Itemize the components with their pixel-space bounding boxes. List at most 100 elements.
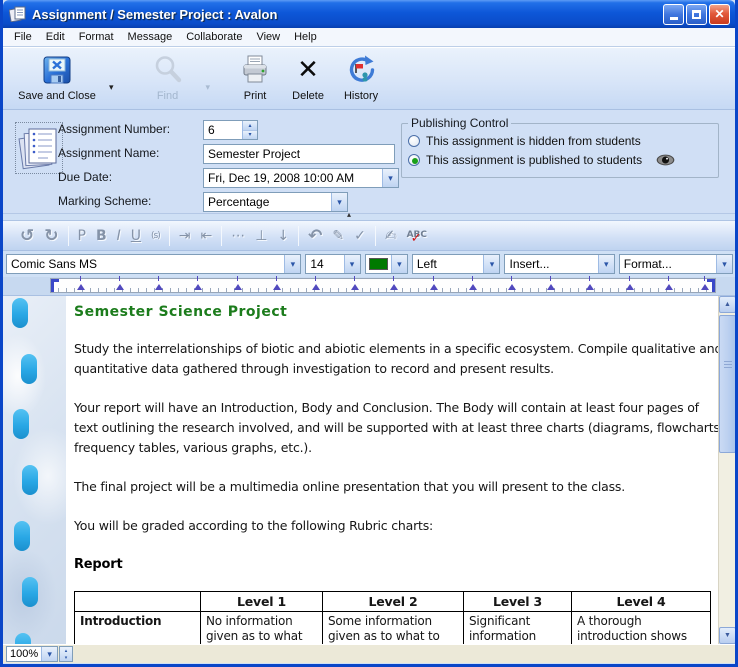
vertical-scrollbar[interactable]: ▲ ▼: [718, 296, 735, 644]
text-color-combo[interactable]: ▾: [365, 254, 408, 274]
scrollbar-thumb[interactable]: [719, 315, 735, 453]
move-down-icon[interactable]: ↓: [277, 228, 289, 244]
tab-stops-icon[interactable]: ⋯: [231, 228, 245, 244]
paragraph: Study the interrelationships of biotic a…: [74, 339, 724, 379]
italic-icon[interactable]: I: [117, 228, 121, 244]
indent-decrease-icon[interactable]: ⇤: [200, 228, 212, 244]
menu-collaborate[interactable]: Collaborate: [179, 29, 249, 45]
find-dropdown-arrow-icon[interactable]: ▾: [206, 82, 211, 93]
find-button[interactable]: Find: [136, 52, 200, 102]
font-size-combo[interactable]: 14 ▾: [305, 254, 360, 274]
plain-text-icon[interactable]: P: [78, 228, 86, 244]
zoom-dropdown-icon[interactable]: ▾: [41, 647, 57, 661]
format-dropdown-icon[interactable]: ▾: [716, 255, 732, 273]
draw-icon[interactable]: ✎: [332, 228, 344, 244]
delete-icon: ✕: [297, 55, 319, 85]
signature-icon[interactable]: ✍: [385, 228, 397, 244]
stepper-down-icon[interactable]: ▾: [243, 131, 257, 140]
menu-edit[interactable]: Edit: [39, 29, 72, 45]
scroll-down-button[interactable]: ▼: [719, 627, 735, 644]
hidden-radio[interactable]: [408, 135, 420, 147]
minimize-button[interactable]: [663, 4, 684, 25]
marking-scheme-combo[interactable]: Percentage ▾: [203, 192, 348, 212]
published-eye-icon: [656, 154, 675, 166]
assignment-number-input[interactable]: [204, 121, 242, 139]
published-radio[interactable]: [408, 154, 420, 166]
history-icon: [345, 54, 377, 86]
indent-increase-icon[interactable]: ⇥: [179, 228, 191, 244]
font-size-dropdown-icon[interactable]: ▾: [344, 255, 360, 273]
rubric-header-row: Level 1 Level 2 Level 3 Level 4: [75, 592, 711, 612]
redo-icon[interactable]: ↻: [44, 228, 58, 244]
rubric-cell: Some information given as to what to exp…: [323, 612, 464, 645]
assignment-item-icon[interactable]: [15, 122, 63, 174]
format-combo[interactable]: Format... ▾: [619, 254, 733, 274]
history-button[interactable]: History: [336, 52, 386, 102]
collapse-handle-icon[interactable]: ▴: [347, 211, 351, 219]
menu-help[interactable]: Help: [287, 29, 324, 45]
save-and-close-label: Save and Close: [18, 90, 96, 102]
spell-check-icon[interactable]: ABC ✓: [407, 227, 429, 245]
zoom-up-icon[interactable]: ▴: [60, 647, 72, 654]
rubric-cell: No information given as to what to expec…: [201, 612, 323, 645]
scroll-up-button[interactable]: ▲: [719, 296, 735, 313]
font-family-dropdown-icon[interactable]: ▾: [284, 255, 300, 273]
maximize-button[interactable]: [686, 4, 707, 25]
insert-dropdown-icon[interactable]: ▾: [598, 255, 614, 273]
zoom-down-icon[interactable]: ▾: [60, 654, 72, 661]
strikethrough-icon[interactable]: (s): [151, 228, 160, 244]
print-label: Print: [244, 90, 267, 102]
minimize-icon: [670, 17, 678, 20]
undo-icon[interactable]: ↺: [20, 228, 34, 244]
rubric-row-introduction: Introduction No information given as to …: [75, 612, 711, 645]
baseline-icon[interactable]: ⊥: [255, 228, 267, 244]
format-value: Format...: [620, 257, 716, 271]
left-indent-marker[interactable]: [51, 279, 59, 292]
insert-combo[interactable]: Insert... ▾: [504, 254, 614, 274]
approve-icon[interactable]: ✓: [354, 228, 366, 244]
insert-value: Insert...: [505, 257, 597, 271]
marking-scheme-value: Percentage: [204, 195, 331, 209]
ruler[interactable]: [50, 278, 716, 293]
revert-icon[interactable]: ↶: [308, 228, 322, 244]
assignment-number-label: Assignment Number:: [58, 122, 170, 136]
pane-splitter[interactable]: ▴: [3, 214, 735, 221]
rubric-header-level2: Level 2: [323, 592, 464, 612]
text-color-dropdown-icon[interactable]: ▾: [391, 255, 407, 273]
ruler-band: [3, 277, 735, 295]
menu-file[interactable]: File: [7, 29, 39, 45]
delete-button[interactable]: ✕ Delete: [284, 52, 332, 102]
save-dropdown-arrow-icon[interactable]: ▾: [109, 82, 114, 93]
publishing-control-legend: Publishing Control: [408, 116, 511, 130]
due-date-combo[interactable]: Fri, Dec 19, 2008 10:00 AM ▾: [203, 168, 399, 188]
save-and-close-button[interactable]: Save and Close: [11, 52, 103, 102]
title-bar[interactable]: Assignment / Semester Project : Avalon ✕: [3, 0, 735, 28]
alignment-dropdown-icon[interactable]: ▾: [483, 255, 499, 273]
font-family-combo[interactable]: Comic Sans MS ▾: [6, 254, 301, 274]
published-option-row[interactable]: This assignment is published to students: [408, 150, 712, 169]
close-button[interactable]: ✕: [709, 4, 730, 25]
font-size-value: 14: [306, 257, 343, 271]
due-date-label: Due Date:: [58, 170, 112, 184]
hidden-option-row[interactable]: This assignment is hidden from students: [408, 131, 712, 150]
stationery-margin: [3, 296, 66, 644]
rubric-criterion: Introduction: [75, 612, 201, 645]
zoom-combo[interactable]: 100% ▾: [6, 646, 58, 662]
alignment-combo[interactable]: Left ▾: [412, 254, 501, 274]
assignment-name-input[interactable]: [204, 145, 394, 163]
menu-bar: File Edit Format Message Collaborate Vie…: [3, 28, 735, 47]
font-bar: Comic Sans MS ▾ 14 ▾ ▾ Left ▾ Insert... …: [3, 251, 735, 277]
menu-message[interactable]: Message: [121, 29, 180, 45]
bold-icon[interactable]: B: [96, 228, 107, 244]
menu-view[interactable]: View: [249, 29, 287, 45]
assignment-name-label: Assignment Name:: [58, 146, 159, 160]
marking-scheme-dropdown-icon[interactable]: ▾: [331, 193, 347, 211]
print-button[interactable]: Print: [232, 52, 278, 102]
due-date-dropdown-icon[interactable]: ▾: [382, 169, 398, 187]
menu-format[interactable]: Format: [72, 29, 121, 45]
underline-icon[interactable]: U: [131, 228, 141, 244]
document-editor[interactable]: Semester Science Project Study the inter…: [3, 295, 735, 644]
formatting-toolbar: ↺ ↻ P B I U (s) ⇥ ⇤ ⋯ ⊥ ↓ ↶ ✎ ✓ ✍ ABC: [3, 221, 735, 251]
save-close-icon: [42, 54, 72, 86]
stepper-up-icon[interactable]: ▴: [243, 121, 257, 131]
